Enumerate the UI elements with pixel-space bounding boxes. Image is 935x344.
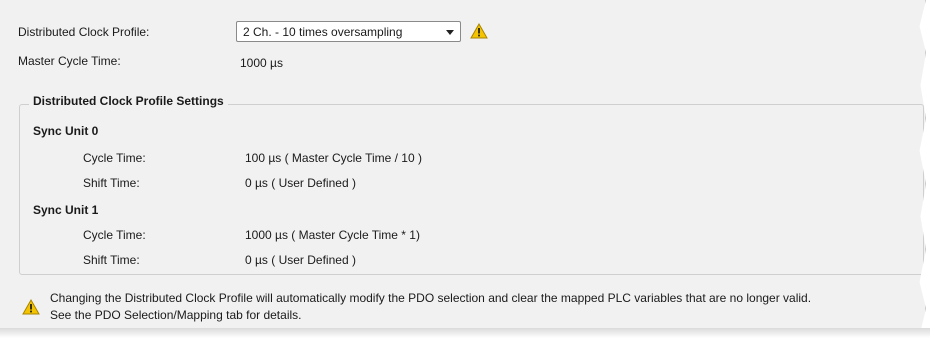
dc-profile-dropdown[interactable]: 2 Ch. - 10 times oversampling bbox=[236, 21, 461, 42]
chevron-down-icon bbox=[446, 30, 454, 35]
dc-settings-title: Distributed Clock Profile Settings bbox=[29, 94, 228, 108]
sync-unit-1-title: Sync Unit 1 bbox=[33, 203, 99, 217]
dc-settings-group bbox=[19, 104, 924, 275]
dc-profile-selected-value: 2 Ch. - 10 times oversampling bbox=[243, 25, 403, 39]
sync-unit-0-title: Sync Unit 0 bbox=[33, 124, 99, 138]
sync-unit-1-cycle-label: Cycle Time: bbox=[83, 228, 146, 242]
sync-unit-0-shift-label: Shift Time: bbox=[83, 176, 140, 190]
dc-profile-label: Distributed Clock Profile: bbox=[18, 25, 150, 39]
sync-unit-1-shift-value: 0 µs ( User Defined ) bbox=[245, 253, 356, 267]
sync-unit-0-cycle-value: 100 µs ( Master Cycle Time / 10 ) bbox=[245, 151, 422, 165]
warning-triangle-icon bbox=[470, 23, 488, 39]
torn-edge-shadow bbox=[0, 328, 930, 338]
warning-triangle-icon bbox=[22, 299, 40, 315]
sync-unit-1-cycle-value: 1000 µs ( Master Cycle Time * 1) bbox=[245, 228, 420, 242]
master-cycle-time-value: 1000 µs bbox=[240, 56, 283, 70]
notice-line-1: Changing the Distributed Clock Profile w… bbox=[50, 291, 812, 305]
sync-unit-0-cycle-label: Cycle Time: bbox=[83, 151, 146, 165]
master-cycle-time-label: Master Cycle Time: bbox=[18, 54, 121, 68]
dc-profile-panel: Distributed Clock Profile: 2 Ch. - 10 ti… bbox=[0, 0, 926, 328]
notice-line-2: See the PDO Selection/Mapping tab for de… bbox=[50, 308, 302, 322]
sync-unit-1-shift-label: Shift Time: bbox=[83, 253, 140, 267]
sync-unit-0-shift-value: 0 µs ( User Defined ) bbox=[245, 176, 356, 190]
